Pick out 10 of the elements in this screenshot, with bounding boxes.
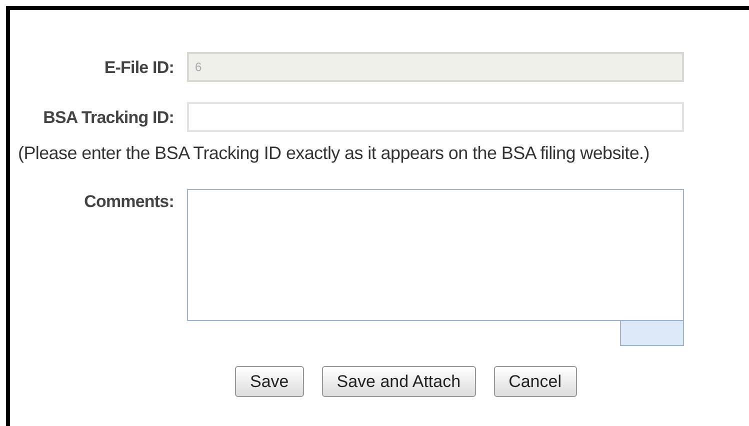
text-field[interactable] bbox=[187, 102, 684, 132]
field-label: E-File ID: bbox=[103, 57, 175, 79]
field-label: Comments: bbox=[83, 191, 175, 213]
form-button[interactable]: Cancel bbox=[494, 366, 576, 397]
form-button[interactable]: Save bbox=[235, 366, 304, 397]
field-label: BSA Tracking ID: bbox=[42, 107, 175, 129]
resize-grip[interactable] bbox=[620, 321, 684, 346]
hint-text: (Please enter the BSA Tracking ID exactly as it appears on the BSA filing website.) bbox=[18, 142, 650, 165]
comments-field[interactable] bbox=[187, 189, 684, 321]
form-button[interactable]: Save and Attach bbox=[322, 366, 476, 397]
